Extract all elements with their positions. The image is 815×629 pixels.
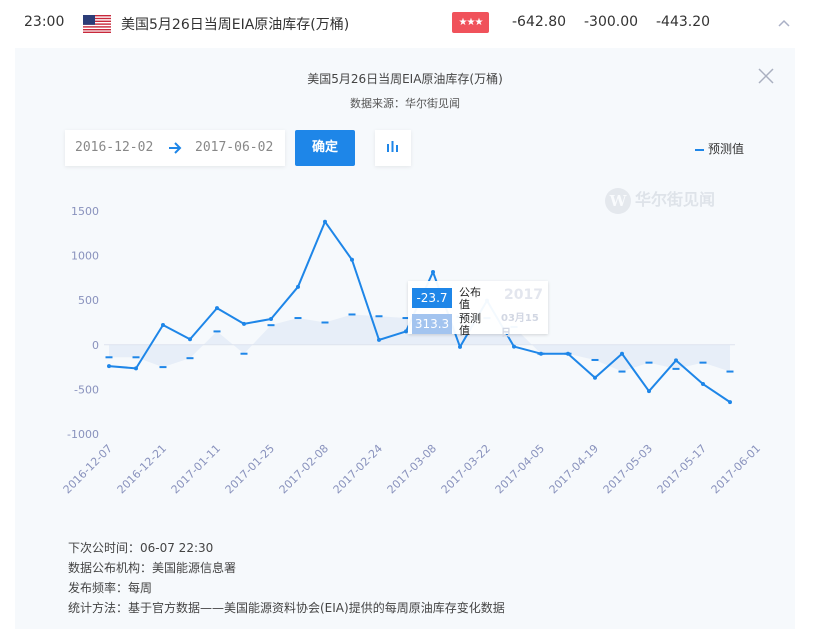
x-tick-label: 2016-12-07	[61, 442, 115, 496]
x-tick-label: 2017-05-17	[655, 442, 709, 496]
actual-point	[134, 366, 138, 371]
x-tick-label: 2017-03-22	[439, 442, 493, 496]
chart-tooltip: -23.7 公布值 313.3 预测值 2017 03月15日	[408, 281, 548, 339]
actual-point	[458, 344, 462, 349]
actual-point	[269, 317, 273, 322]
actual-point	[728, 400, 732, 405]
actual-point	[701, 382, 705, 387]
actual-point	[566, 351, 570, 356]
tooltip-forecast-label: 预测值	[459, 312, 481, 337]
actual-point	[377, 337, 381, 342]
y-tick-label: -500	[74, 383, 99, 396]
y-tick-label: 0	[92, 339, 99, 352]
actual-point	[188, 337, 192, 342]
publisher-text: 数据公布机构：美国能源信息署	[68, 561, 237, 575]
actual-point	[296, 284, 300, 289]
y-tick-label: 1500	[71, 205, 99, 218]
x-tick-label: 2017-06-01	[709, 442, 763, 496]
actual-point	[431, 270, 435, 275]
x-tick-label: 2017-02-08	[277, 442, 331, 496]
y-tick-label: 1000	[71, 250, 99, 263]
actual-point	[161, 322, 165, 327]
actual-point	[512, 344, 516, 349]
x-tick-label: 2017-02-24	[331, 442, 385, 496]
y-tick-label: 500	[78, 294, 99, 307]
actual-point	[242, 321, 246, 326]
x-tick-label: 2017-03-08	[385, 442, 439, 496]
x-tick-label: 2017-05-03	[601, 442, 655, 496]
tooltip-year: 2017	[504, 287, 543, 303]
x-tick-label: 2016-12-21	[115, 442, 169, 496]
actual-point	[647, 389, 651, 394]
actual-point	[215, 306, 219, 311]
tooltip-actual-value: -23.7	[412, 288, 452, 308]
frequency-text: 发布频率：每周	[68, 581, 153, 595]
actual-point	[593, 375, 597, 380]
x-tick-label: 2017-04-19	[547, 442, 601, 496]
method-text: 统计方法：基于官方数据——美国能源资料协会(EIA)提供的每周原油库存变化数据	[68, 601, 505, 615]
next-release-text: 下次公时间：06-07 22:30	[68, 541, 214, 555]
x-tick-label: 2017-01-11	[169, 442, 223, 496]
actual-point	[674, 358, 678, 363]
tooltip-actual-label: 公布值	[459, 286, 481, 311]
actual-point	[350, 257, 354, 262]
x-tick-label: 2017-01-25	[223, 442, 277, 496]
actual-point	[323, 219, 327, 224]
actual-point	[539, 351, 543, 356]
x-tick-label: 2017-04-05	[493, 442, 547, 496]
y-tick-label: -1000	[67, 428, 99, 441]
tooltip-forecast-value: 313.3	[412, 314, 452, 334]
actual-point	[107, 364, 111, 369]
actual-point	[620, 351, 624, 356]
tooltip-date: 03月15日	[501, 313, 539, 339]
